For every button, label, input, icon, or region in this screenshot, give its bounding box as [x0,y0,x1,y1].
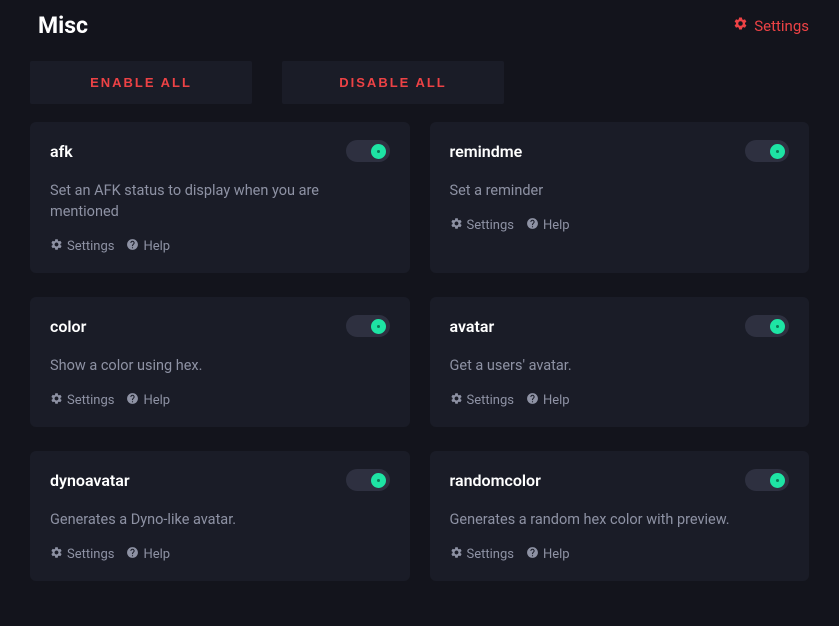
command-card-remindme: remindme Set a reminder Settings Help [430,122,810,273]
toggle-knob [371,473,386,488]
card-settings-label: Settings [467,393,514,408]
toggle-remindme[interactable] [745,140,789,162]
card-description: Generates a random hex color with previe… [450,509,790,530]
card-help-link[interactable]: Help [526,546,570,563]
gear-icon [50,392,63,409]
card-help-label: Help [143,547,170,562]
help-icon [126,392,139,409]
help-icon [526,392,539,409]
card-help-label: Help [143,393,170,408]
card-help-label: Help [543,218,570,233]
toggle-dynoavatar[interactable] [346,469,390,491]
card-settings-label: Settings [67,239,114,254]
card-help-link[interactable]: Help [126,546,170,563]
gear-icon [50,546,63,563]
card-help-label: Help [543,393,570,408]
card-description: Set an AFK status to display when you ar… [50,180,390,222]
card-settings-label: Settings [467,218,514,233]
card-title: color [50,317,86,336]
command-card-dynoavatar: dynoavatar Generates a Dyno-like avatar. S… [30,451,410,581]
card-title: randomcolor [450,471,541,490]
toggle-color[interactable] [346,315,390,337]
disable-all-button[interactable]: DISABLE ALL [282,61,504,104]
toggle-knob [371,144,386,159]
card-help-link[interactable]: Help [526,392,570,409]
toggle-knob [770,319,785,334]
card-help-link[interactable]: Help [126,392,170,409]
help-icon [126,546,139,563]
help-icon [126,238,139,255]
page-settings-label: Settings [754,17,809,35]
toggle-knob [770,473,785,488]
toggle-afk[interactable] [346,140,390,162]
card-settings-link[interactable]: Settings [50,546,114,563]
gear-icon [450,546,463,563]
gear-icon [50,238,63,255]
card-settings-label: Settings [467,547,514,562]
card-help-label: Help [543,547,570,562]
card-settings-link[interactable]: Settings [450,217,514,234]
enable-all-button[interactable]: ENABLE ALL [30,61,252,104]
page-title: Misc [38,12,88,39]
card-settings-label: Settings [67,547,114,562]
card-title: dynoavatar [50,471,130,490]
command-card-avatar: avatar Get a users' avatar. Settings Help [430,297,810,427]
page-settings-link[interactable]: Settings [733,16,809,35]
card-title: avatar [450,317,495,336]
card-settings-link[interactable]: Settings [50,392,114,409]
toggle-avatar[interactable] [745,315,789,337]
card-description: Get a users' avatar. [450,355,790,376]
command-card-color: color Show a color using hex. Settings Help [30,297,410,427]
gear-icon [450,392,463,409]
card-help-link[interactable]: Help [126,238,170,255]
card-settings-label: Settings [67,393,114,408]
card-description: Generates a Dyno-like avatar. [50,509,390,530]
command-card-afk: afk Set an AFK status to display when you… [30,122,410,273]
command-card-randomcolor: randomcolor Generates a random hex color … [430,451,810,581]
toggle-knob [371,319,386,334]
gear-icon [450,217,463,234]
card-settings-link[interactable]: Settings [450,392,514,409]
toggle-randomcolor[interactable] [745,469,789,491]
help-icon [526,217,539,234]
card-description: Set a reminder [450,180,790,201]
card-help-label: Help [143,239,170,254]
card-title: afk [50,142,73,161]
help-icon [526,546,539,563]
toggle-knob [770,144,785,159]
card-title: remindme [450,142,523,161]
card-settings-link[interactable]: Settings [450,546,514,563]
card-settings-link[interactable]: Settings [50,238,114,255]
card-help-link[interactable]: Help [526,217,570,234]
gear-icon [733,16,748,35]
card-description: Show a color using hex. [50,355,390,376]
